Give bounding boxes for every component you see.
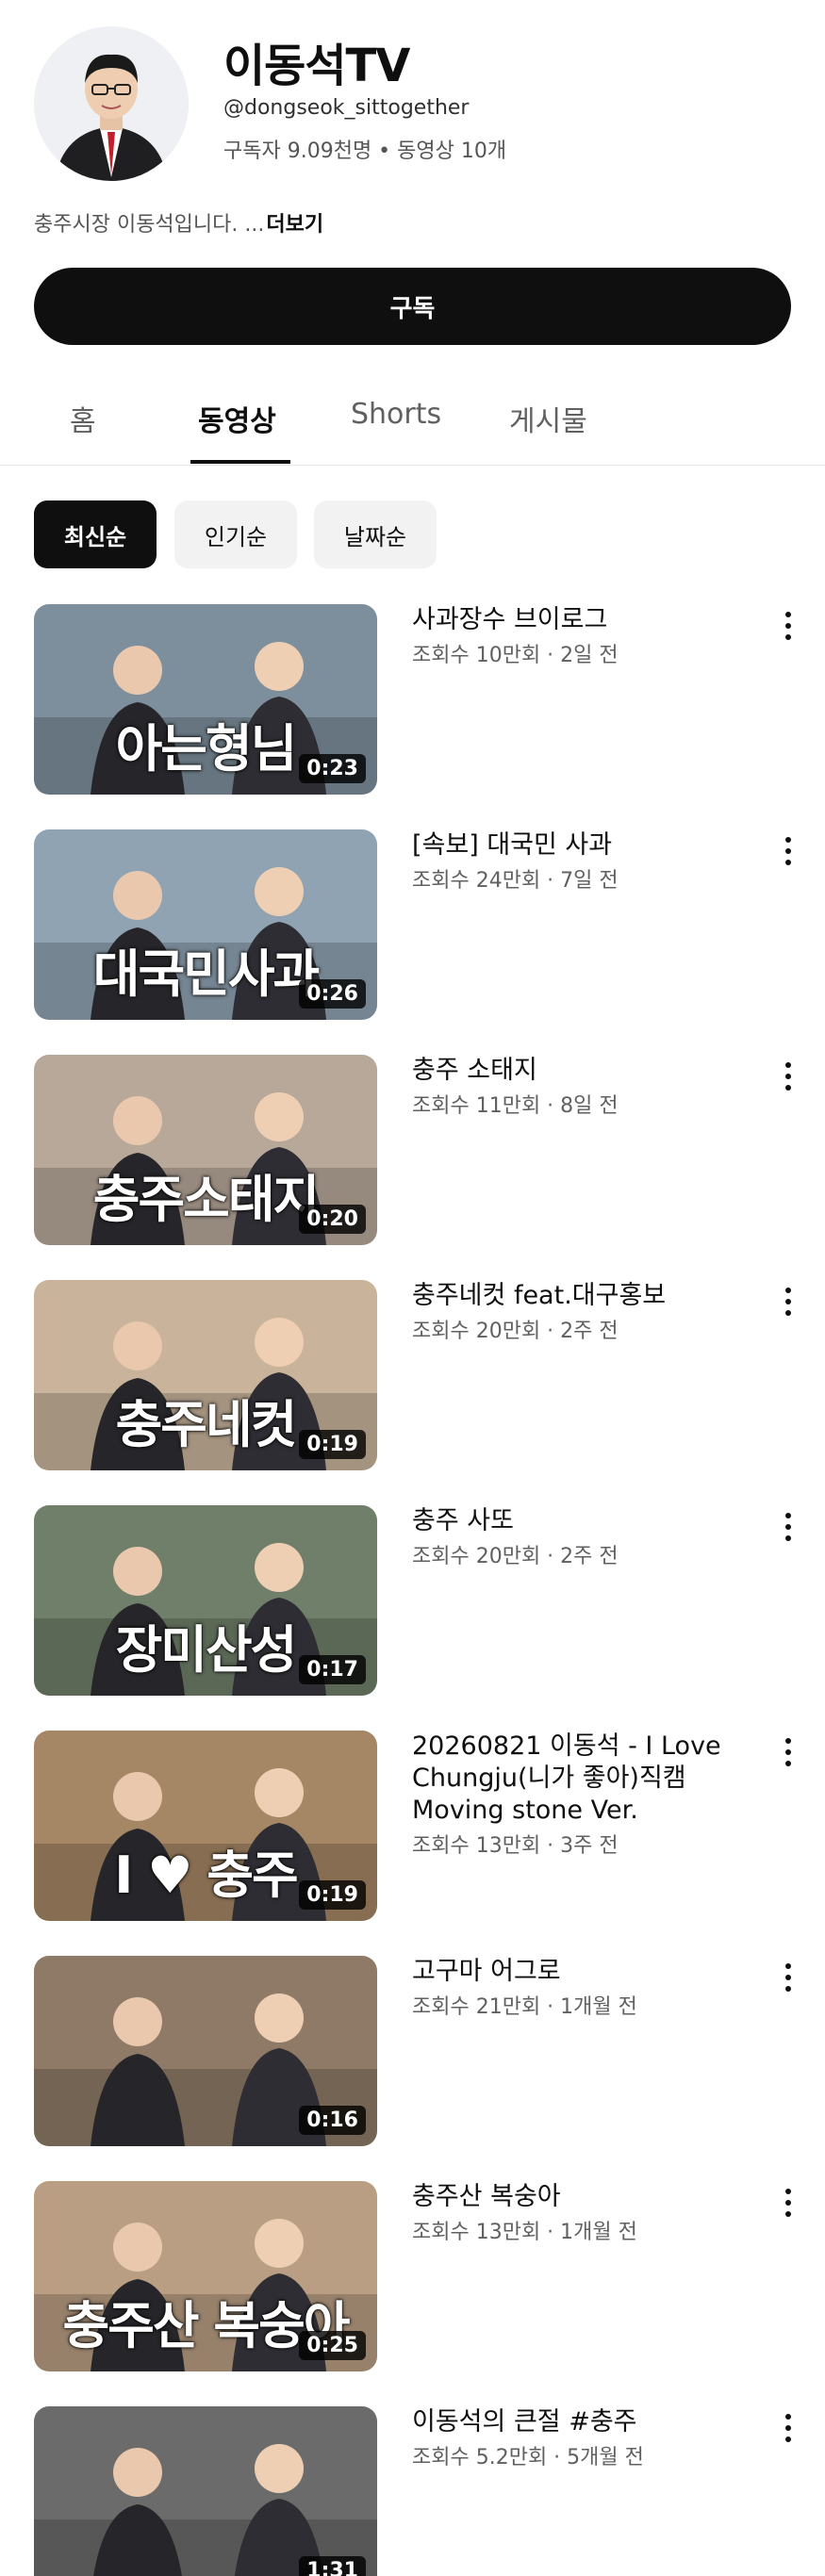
channel-title: 이동석TV <box>223 40 410 92</box>
video-metadata: 조회수 24만회 · 7일 전 <box>412 869 619 893</box>
thumbnail-image <box>34 2406 377 2576</box>
video-thumbnail[interactable]: 아는형님 0:23 <box>34 604 377 795</box>
video-thumbnail[interactable]: 충주산 복숭아 0:25 <box>34 2181 377 2371</box>
video-row[interactable]: 아는형님 0:23 사과장수 브이로그조회수 10만회 · 2일 전 <box>0 604 825 797</box>
tab-posts[interactable]: 게시물 <box>509 398 587 439</box>
video-metadata: 조회수 21만회 · 1개월 전 <box>412 1995 637 2019</box>
video-duration-badge: 0:25 <box>299 2331 366 2360</box>
video-duration-badge: 0:19 <box>299 1430 366 1459</box>
tab-home[interactable]: 홈 <box>70 398 96 439</box>
video-duration-badge: 0:16 <box>299 2106 366 2135</box>
video-row[interactable]: I ♥ 충주 0:19 20260821 이동석 - I Love Chungju(… <box>0 1731 825 1924</box>
description-text: 충주시장 이동석입니다. ... <box>34 213 265 237</box>
video-metadata: 조회수 20만회 · 2주 전 <box>412 1320 619 1343</box>
video-row[interactable]: 장미산성 0:17 충주 사또조회수 20만회 · 2주 전 <box>0 1505 825 1698</box>
video-thumbnail[interactable]: 충주소태지 0:20 <box>34 1055 377 1245</box>
more-options-icon[interactable] <box>779 1513 798 1547</box>
video-row[interactable]: 0:16 고구마 어그로조회수 21만회 · 1개월 전 <box>0 1956 825 2149</box>
video-title[interactable]: 충주 소태지 <box>412 1055 751 1087</box>
channel-stats: 구독자 9.09천명 • 동영상 10개 <box>223 139 507 163</box>
video-thumbnail[interactable]: 대국민사과 0:26 <box>34 829 377 1020</box>
video-duration-badge: 0:17 <box>299 1655 366 1684</box>
video-metadata: 조회수 13만회 · 1개월 전 <box>412 2221 637 2244</box>
more-options-icon[interactable] <box>779 612 798 646</box>
more-options-icon[interactable] <box>779 1963 798 1997</box>
tab-videos[interactable]: 동영상 <box>198 398 276 439</box>
video-thumbnail[interactable]: I ♥ 충주 0:19 <box>34 1731 377 1921</box>
video-row[interactable]: 충주소태지 0:20 충주 소태지조회수 11만회 · 8일 전 <box>0 1055 825 1248</box>
video-title[interactable]: 충주네컷 feat.대구홍보 <box>412 1280 751 1312</box>
more-options-icon[interactable] <box>779 1738 798 1772</box>
more-options-icon[interactable] <box>779 2414 798 2448</box>
video-metadata: 조회수 5.2만회 · 5개월 전 <box>412 2446 644 2469</box>
video-metadata: 조회수 10만회 · 2일 전 <box>412 644 619 667</box>
video-row[interactable]: 1:31 이동석의 큰절 #충주조회수 5.2만회 · 5개월 전 <box>0 2406 825 2576</box>
subscribe-button[interactable]: 구독 <box>34 268 791 345</box>
video-thumbnail[interactable]: 장미산성 0:17 <box>34 1505 377 1696</box>
video-metadata: 조회수 11만회 · 8일 전 <box>412 1094 619 1118</box>
video-thumbnail[interactable]: 1:31 <box>34 2406 377 2576</box>
video-title[interactable]: 사과장수 브이로그 <box>412 604 751 636</box>
video-thumbnail[interactable]: 충주네컷 0:19 <box>34 1280 377 1470</box>
video-thumbnail[interactable]: 0:16 <box>34 1956 377 2146</box>
video-title[interactable]: [속보] 대국민 사과 <box>412 829 751 861</box>
video-duration-badge: 0:26 <box>299 979 366 1009</box>
tab-shorts[interactable]: Shorts <box>351 398 441 431</box>
channel-tabs: 홈 동영상 Shorts 게시물 <box>0 381 825 466</box>
chip-latest[interactable]: 최신순 <box>34 500 157 568</box>
video-title[interactable]: 20260821 이동석 - I Love Chungju(니가 좋아)직캠 M… <box>412 1731 751 1827</box>
avatar-portrait-image <box>34 26 189 181</box>
video-title[interactable]: 충주 사또 <box>412 1505 751 1537</box>
video-title[interactable]: 이동석의 큰절 #충주 <box>412 2406 751 2438</box>
video-title[interactable]: 고구마 어그로 <box>412 1956 751 1988</box>
channel-avatar[interactable] <box>34 26 189 181</box>
active-tab-indicator <box>190 460 290 464</box>
more-options-icon[interactable] <box>779 837 798 871</box>
more-options-icon[interactable] <box>779 2189 798 2223</box>
channel-handle: @dongseok_sittogether <box>223 96 470 120</box>
video-row[interactable]: 대국민사과 0:26 [속보] 대국민 사과조회수 24만회 · 7일 전 <box>0 829 825 1023</box>
chip-popular[interactable]: 인기순 <box>174 500 297 568</box>
channel-page: 이동석TV @dongseok_sittogether 구독자 9.09천명 •… <box>0 0 825 2576</box>
video-duration-badge: 0:20 <box>299 1205 366 1234</box>
video-row[interactable]: 충주산 복숭아 0:25 충주산 복숭아조회수 13만회 · 1개월 전 <box>0 2181 825 2374</box>
video-metadata: 조회수 13만회 · 3주 전 <box>412 1834 619 1858</box>
channel-description[interactable]: 충주시장 이동석입니다. ...더보기 <box>34 207 323 238</box>
more-options-icon[interactable] <box>779 1288 798 1321</box>
video-duration-badge: 0:19 <box>299 1880 366 1910</box>
video-metadata: 조회수 20만회 · 2주 전 <box>412 1545 619 1568</box>
video-row[interactable]: 충주네컷 0:19 충주네컷 feat.대구홍보조회수 20만회 · 2주 전 <box>0 1280 825 1473</box>
more-options-icon[interactable] <box>779 1062 798 1096</box>
chip-oldest[interactable]: 날짜순 <box>314 500 437 568</box>
video-title[interactable]: 충주산 복숭아 <box>412 2181 751 2213</box>
video-duration-badge: 0:23 <box>299 754 366 783</box>
video-duration-badge: 1:31 <box>299 2556 366 2576</box>
more-link[interactable]: 더보기 <box>266 213 323 237</box>
